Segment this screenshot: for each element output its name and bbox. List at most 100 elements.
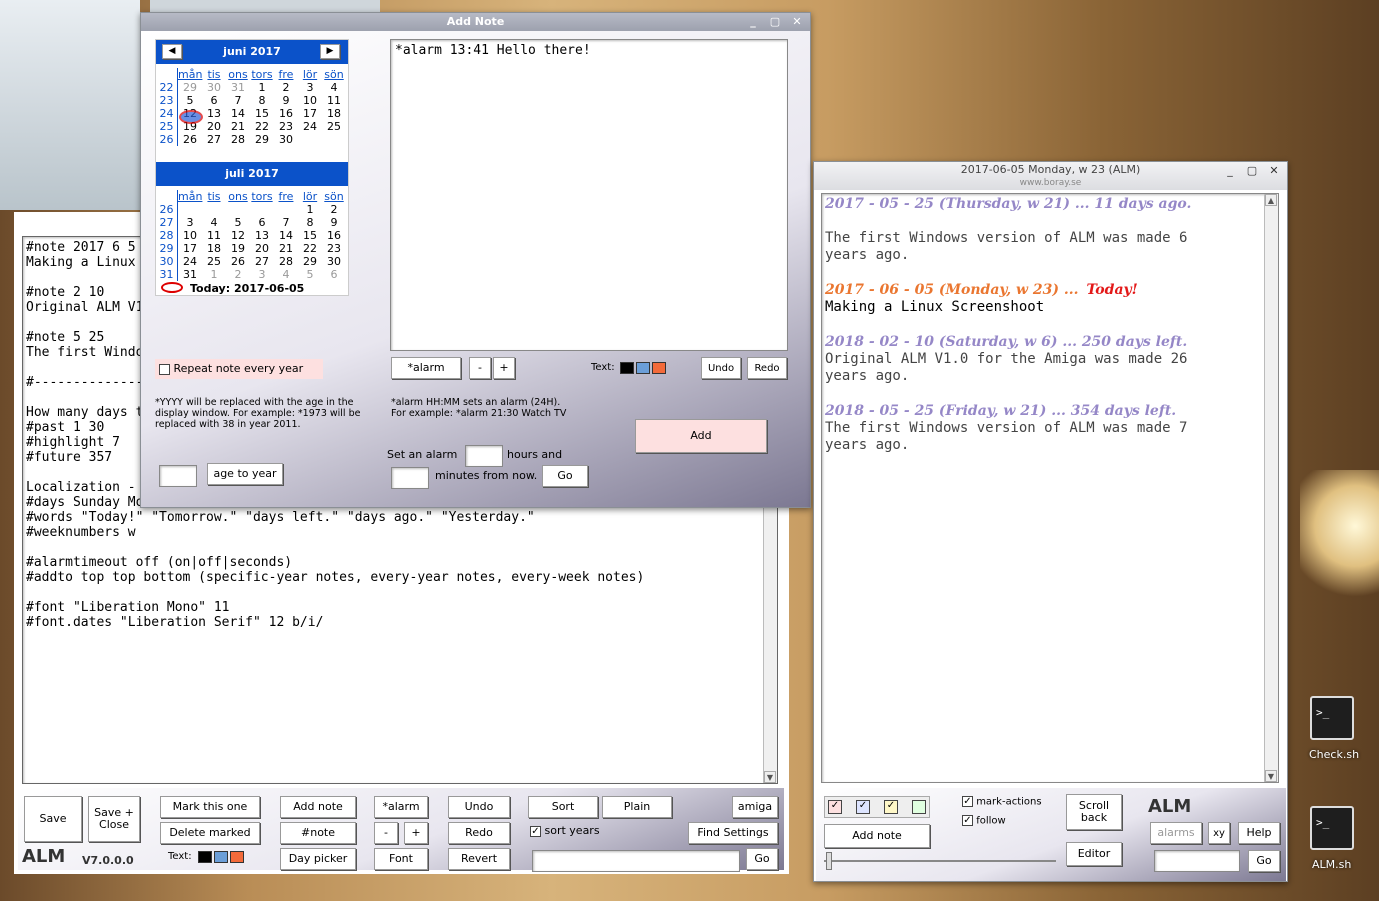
calendar-day[interactable]: 20 xyxy=(250,242,274,255)
editor-go-button[interactable]: Go xyxy=(746,848,778,870)
display-titlebar[interactable]: 2017-06-05 Monday, w 23 (ALM) www.boray.… xyxy=(814,162,1287,190)
calendar-day[interactable] xyxy=(274,203,298,216)
plus-button[interactable]: + xyxy=(404,822,428,844)
calendar-day[interactable]: 26 xyxy=(226,255,250,268)
note-color-black[interactable] xyxy=(620,362,634,374)
mark-red-check[interactable]: ✓ xyxy=(828,800,842,814)
display-close-icon[interactable]: ✕ xyxy=(1267,162,1281,180)
close-icon[interactable]: ✕ xyxy=(790,13,804,31)
calendar-day[interactable]: 5 xyxy=(298,268,322,281)
calendar-day[interactable]: 24 xyxy=(298,120,322,133)
calendar-day[interactable]: 15 xyxy=(298,229,322,242)
minimize-icon[interactable]: _ xyxy=(746,13,760,31)
calendar-day[interactable]: 6 xyxy=(202,94,226,107)
calendar-day[interactable]: 27 xyxy=(202,133,226,146)
font-button[interactable]: Font xyxy=(374,848,428,870)
add-note-button[interactable]: Add note xyxy=(280,796,356,818)
calendar-day[interactable]: 27 xyxy=(250,255,274,268)
calendar-day[interactable]: 31 xyxy=(226,81,250,94)
calendar-day[interactable]: 3 xyxy=(178,216,202,229)
mark-green-check[interactable] xyxy=(912,800,926,814)
delete-marked-button[interactable]: Delete marked xyxy=(160,822,260,844)
calendar-day[interactable]: 24 xyxy=(178,255,202,268)
display-entry[interactable]: 2017 - 05 - 25 (Thursday, w 21) ... 11 d… xyxy=(825,196,1260,264)
alarm-go-button[interactable]: Go xyxy=(542,465,588,487)
display-minimize-icon[interactable]: _ xyxy=(1223,162,1237,180)
calendar-day[interactable]: 6 xyxy=(322,268,346,281)
calendar-day[interactable]: 30 xyxy=(322,255,346,268)
calendar-day[interactable]: 2 xyxy=(226,268,250,281)
text-color-orange[interactable] xyxy=(230,851,244,863)
calendar-day[interactable]: 17 xyxy=(178,242,202,255)
calendar-day[interactable]: 1 xyxy=(250,81,274,94)
sort-years-checkbox[interactable]: ✓ sort years xyxy=(530,824,600,837)
display-add-note-button[interactable]: Add note xyxy=(824,824,930,848)
calendar-day[interactable]: 18 xyxy=(322,107,346,120)
alarm-insert-button[interactable]: *alarm xyxy=(391,357,461,379)
alarm-hours-input[interactable] xyxy=(465,445,503,467)
calendar-day[interactable]: 23 xyxy=(322,242,346,255)
display-area[interactable]: 2017 - 05 - 25 (Thursday, w 21) ... 11 d… xyxy=(821,193,1279,783)
scroll-back-button[interactable]: Scroll back xyxy=(1066,794,1122,830)
alarm-minutes-input[interactable] xyxy=(391,467,429,489)
zoom-slider-handle[interactable] xyxy=(826,852,832,870)
calendar-day[interactable]: 8 xyxy=(250,94,274,107)
maximize-icon[interactable]: ▢ xyxy=(768,13,782,31)
calendar-day[interactable]: 12 xyxy=(226,229,250,242)
calendar-day[interactable]: 1 xyxy=(298,203,322,216)
xy-button[interactable]: xy xyxy=(1208,822,1230,844)
alarms-button[interactable]: alarms xyxy=(1150,822,1202,844)
note-color-orange[interactable] xyxy=(652,362,666,374)
calendar-day[interactable]: 17 xyxy=(298,107,322,120)
calendar-day[interactable]: 21 xyxy=(274,242,298,255)
calendar-day[interactable]: 29 xyxy=(250,133,274,146)
calendar-day[interactable]: 4 xyxy=(322,81,346,94)
calendar-day[interactable] xyxy=(250,203,274,216)
note-minus-button[interactable]: - xyxy=(469,357,491,379)
save-close-button[interactable]: Save + Close xyxy=(88,796,140,842)
calendar-day[interactable]: 6 xyxy=(250,216,274,229)
age-input[interactable] xyxy=(159,465,197,487)
calendar-day[interactable]: 22 xyxy=(298,242,322,255)
help-button[interactable]: Help xyxy=(1238,822,1280,844)
display-entry[interactable]: 2018 - 02 - 10 (Saturday, w 6) ... 250 d… xyxy=(825,334,1260,385)
note-plus-button[interactable]: + xyxy=(493,357,515,379)
calendar-day[interactable]: 5 xyxy=(178,94,202,107)
calendar-day[interactable]: 11 xyxy=(322,94,346,107)
calendar-day[interactable]: 9 xyxy=(322,216,346,229)
display-go-button[interactable]: Go xyxy=(1248,850,1280,872)
calendar-day[interactable] xyxy=(298,133,322,146)
calendar-day[interactable]: 9 xyxy=(274,94,298,107)
note-tag-button[interactable]: #note xyxy=(280,822,356,844)
calendar-day[interactable]: 20 xyxy=(202,120,226,133)
calendar-day[interactable]: 3 xyxy=(250,268,274,281)
check-sh-label[interactable]: Check.sh xyxy=(1309,748,1359,761)
next-month-icon[interactable]: ▶ xyxy=(320,44,340,59)
display-scrollbar[interactable]: ▲ ▼ xyxy=(1264,194,1278,782)
age-to-year-button[interactable]: age to year xyxy=(207,463,283,485)
calendar-day[interactable]: 16 xyxy=(322,229,346,242)
sort-button[interactable]: Sort xyxy=(528,796,598,818)
calendar-day[interactable]: 3 xyxy=(298,81,322,94)
mark-yellow-check[interactable]: ✓ xyxy=(884,800,898,814)
day-picker-button[interactable]: Day picker xyxy=(280,848,356,870)
calendar-day[interactable]: 7 xyxy=(226,94,250,107)
display-scroll-down-icon[interactable]: ▼ xyxy=(1265,770,1277,782)
alm-sh-terminal-icon[interactable]: >_ xyxy=(1310,806,1354,850)
calendar-day[interactable]: 22 xyxy=(250,120,274,133)
prev-month-icon[interactable]: ◀ xyxy=(162,44,182,59)
calendar-day[interactable]: 23 xyxy=(274,120,298,133)
calendar-day[interactable]: 1 xyxy=(202,268,226,281)
editor-search-input[interactable] xyxy=(532,850,740,872)
add-note-titlebar[interactable]: Add Note _ ▢ ✕ xyxy=(141,13,810,31)
zoom-slider[interactable] xyxy=(824,860,1056,862)
display-entry[interactable]: 2018 - 05 - 25 (Friday, w 21) ... 354 da… xyxy=(825,403,1260,454)
calendar-day[interactable]: 28 xyxy=(274,255,298,268)
calendar-day[interactable]: 4 xyxy=(274,268,298,281)
calendar-day[interactable] xyxy=(226,203,250,216)
calendar-day[interactable]: 2 xyxy=(274,81,298,94)
calendar-day[interactable]: 19 xyxy=(226,242,250,255)
calendar-day[interactable]: 25 xyxy=(322,120,346,133)
note-text-area[interactable]: *alarm 13:41 Hello there! xyxy=(390,39,788,351)
calendar-day[interactable]: 29 xyxy=(298,255,322,268)
